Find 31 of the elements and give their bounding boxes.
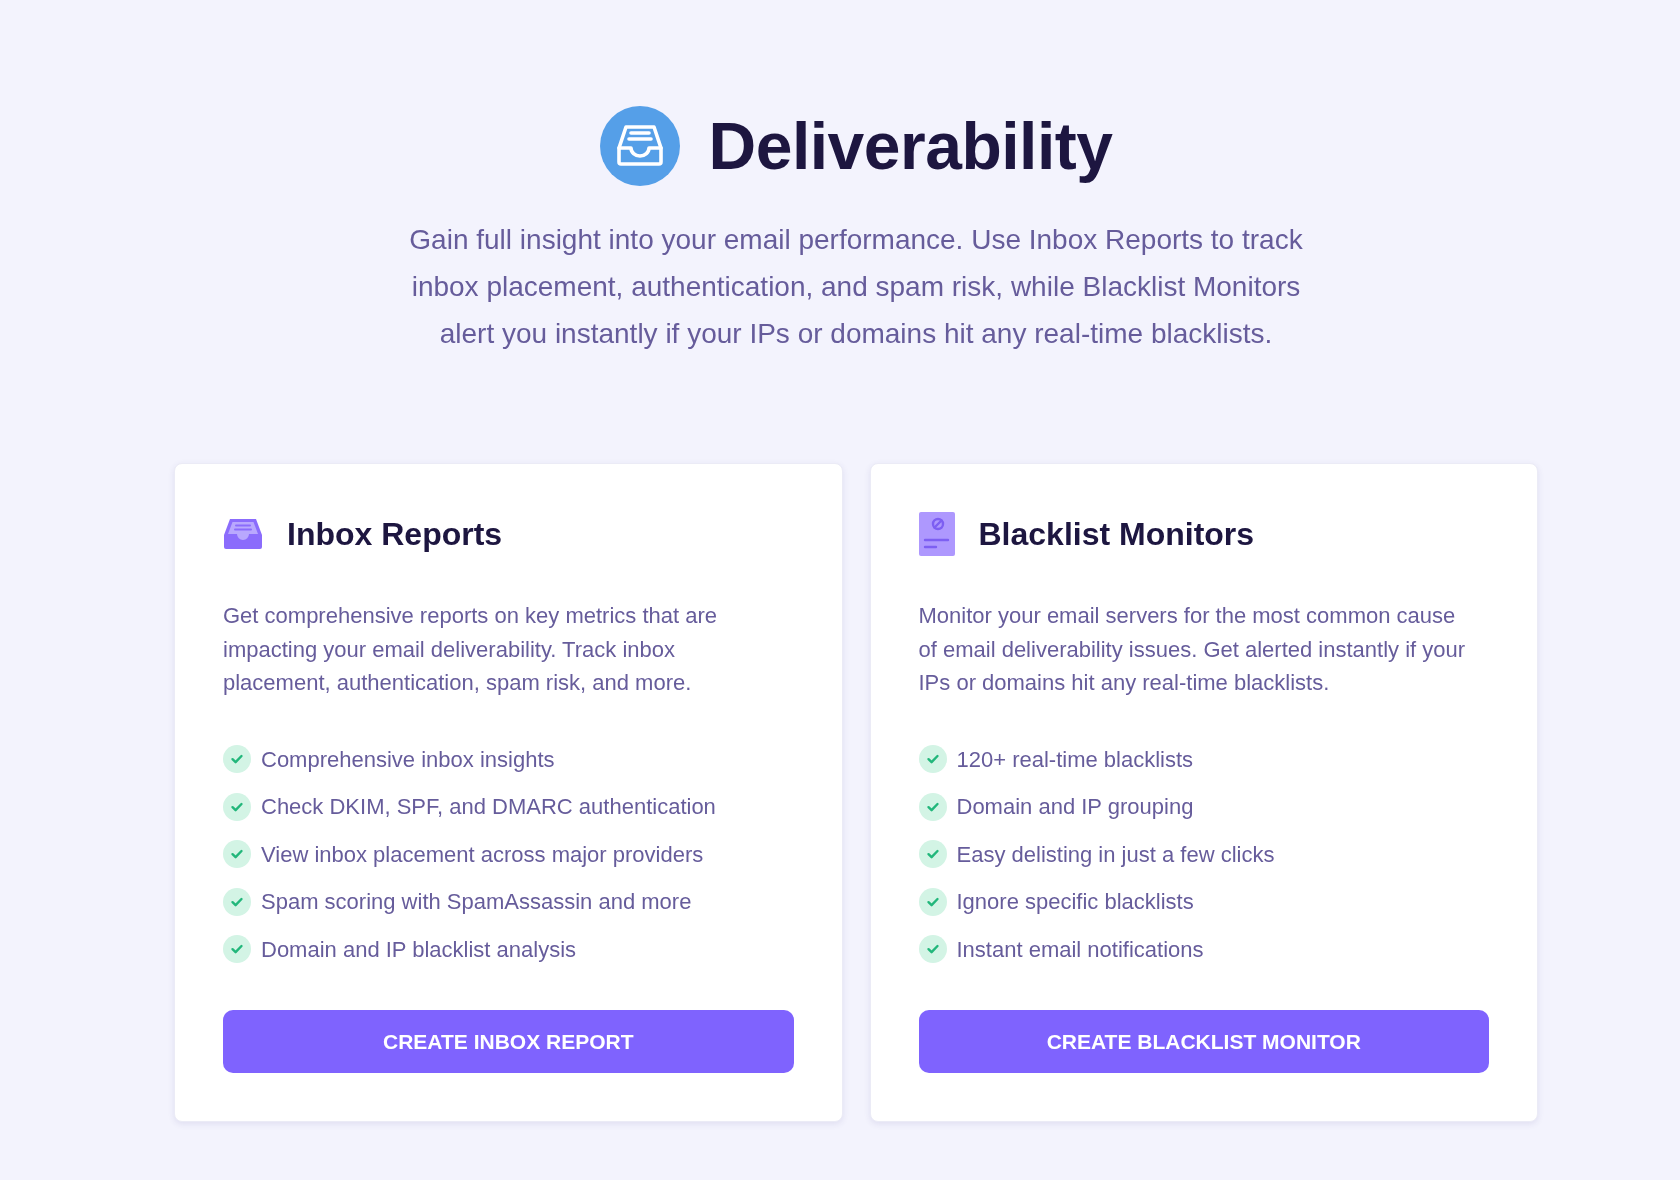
action-button[interactable]: CREATE INBOX REPORT [223,1010,794,1073]
feature-text: Easy delisting in just a few clicks [956,840,1275,869]
card-title: Inbox Reports [287,515,503,554]
card-description: Monitor your email servers for the most common cause of email deliverability issues. Get alerted instantly if your IPs or domains hit any real-time blacklists. [918,602,1467,697]
feature-text: Instant email notifications [956,935,1204,964]
card-description: Get comprehensive reports on key metrics that are impacting your email deliverability. Track inbox placement, authentication, spam risk, and more. [223,602,718,697]
feature-text: Domain and IP blacklist analysis [261,935,577,964]
card-title: Blacklist Monitors [978,515,1255,554]
action-button[interactable]: CREATE BLACKLIST MONITOR [918,1010,1489,1073]
check-icon [918,840,947,869]
check-icon [223,887,251,916]
check-icon [918,935,947,964]
check-icon [918,887,947,916]
feature-text: Domain and IP grouping [956,793,1194,822]
feature-text: View inbox placement across major providers [261,840,704,869]
check-icon [223,840,251,869]
feature-text: Ignore specific blacklists [956,888,1194,917]
check-icon [223,935,251,964]
check-icon [918,792,947,821]
feature-text: Comprehensive inbox insights [261,745,555,774]
feature-text: 120+ real-time blacklists [956,745,1194,774]
check-icon [918,745,947,774]
document-ban-icon [918,512,955,556]
inbox-tray-icon [599,106,680,186]
inbox-tray-icon [223,518,263,550]
feature-text: Spam scoring with SpamAssassin and more [261,888,692,917]
page-title: Deliverability [708,109,1113,183]
feature-text: Check DKIM, SPF, and DMARC authentication [261,793,716,822]
check-icon [223,745,251,774]
page-description: Gain full insight into your email performance. Use Inbox Reports to track inbox placement, authentication, and spam risk, while Blacklist Monitors alert you instantly if your IPs or domains hit any real-time blacklists. [408,223,1304,351]
check-icon [223,792,251,821]
